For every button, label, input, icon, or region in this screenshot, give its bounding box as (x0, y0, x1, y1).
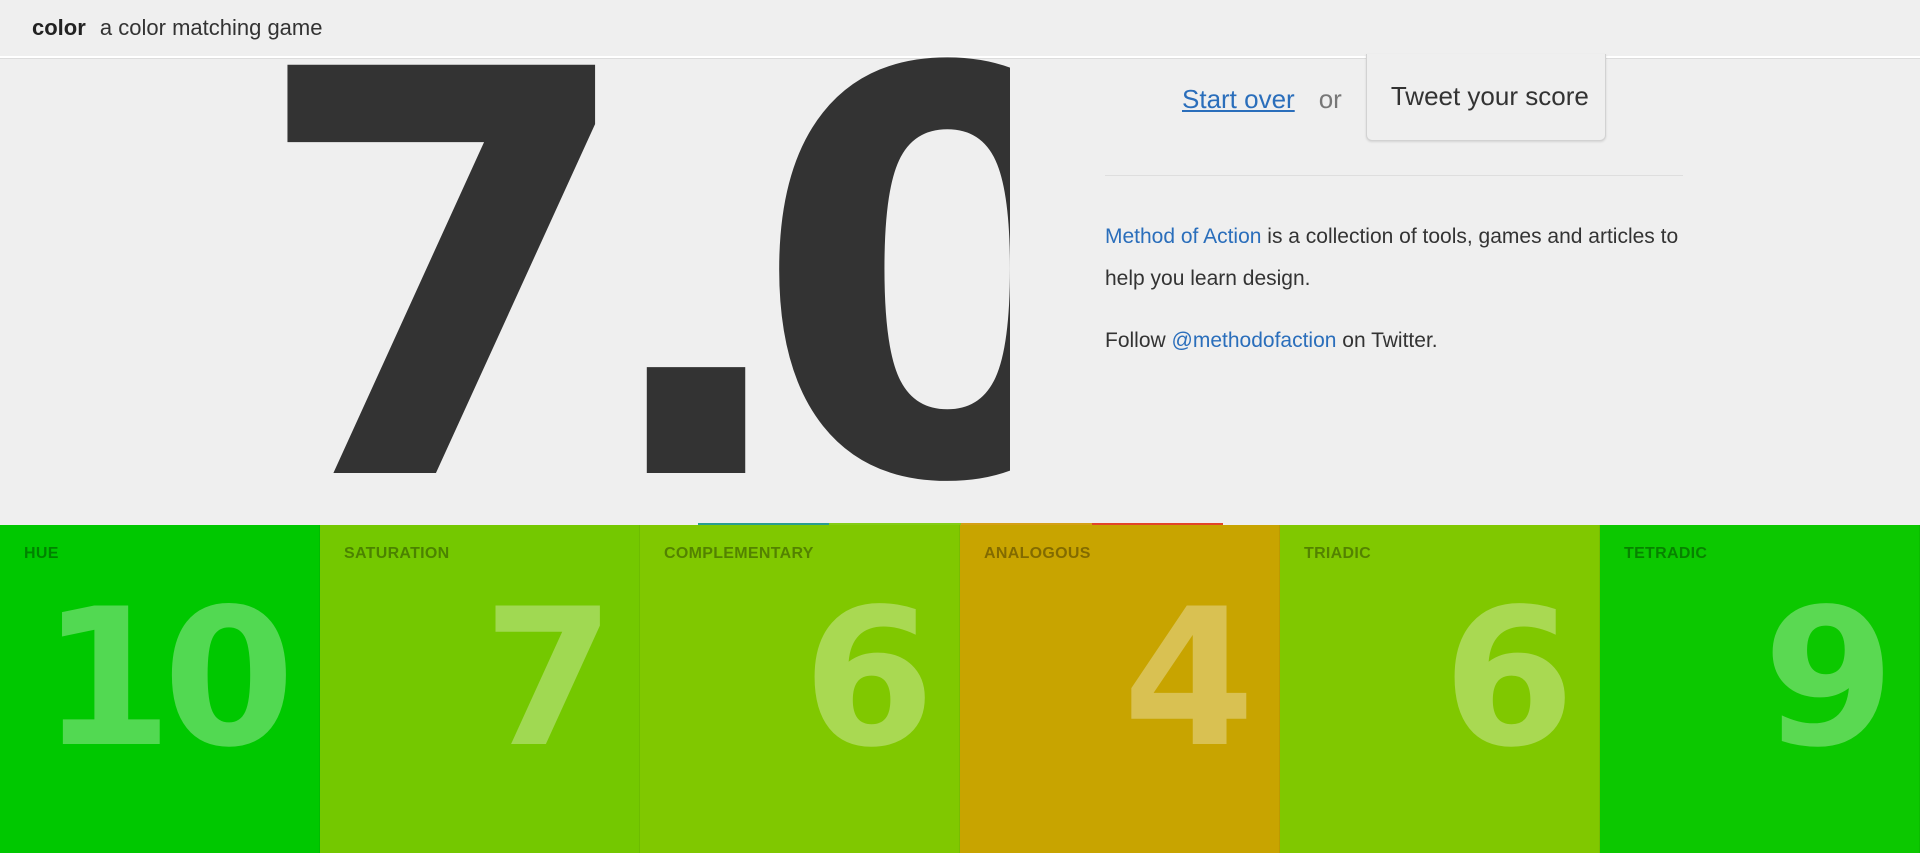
about-text: Method of Action is a collection of tool… (1105, 216, 1695, 300)
tweet-score-button[interactable]: Tweet your score (1365, 53, 1606, 141)
category-score: 6 (802, 568, 935, 789)
category-tile-hue: HUE 10 (0, 525, 320, 853)
start-over-link[interactable]: Start over (1182, 84, 1295, 115)
category-label: SATURATION (344, 545, 450, 562)
method-of-action-link[interactable]: Method of Action (1105, 225, 1261, 248)
final-score: 7.0 (250, 50, 1010, 525)
logo[interactable]: color (32, 15, 86, 40)
result-actions: Start over or Tweet your score (1182, 53, 1606, 142)
category-label: HUE (24, 545, 59, 562)
tagline: a color matching game (99, 15, 323, 40)
follow-text: Follow @methodofaction on Twitter. (1105, 320, 1695, 362)
category-score: 9 (1762, 568, 1895, 789)
category-label: TRIADIC (1304, 545, 1371, 562)
divider (1105, 175, 1683, 176)
follow-prefix: Follow (1105, 329, 1172, 352)
category-tile-tetradic: TETRADIC 9 (1600, 525, 1920, 853)
about-section: Method of Action is a collection of tool… (1105, 216, 1695, 362)
category-score: 4 (1122, 568, 1255, 789)
or-separator: or (1318, 83, 1342, 114)
follow-suffix: on Twitter. (1336, 329, 1438, 352)
final-score-value: 7.0 (250, 50, 1010, 525)
category-label: ANALOGOUS (984, 545, 1091, 562)
category-label: COMPLEMENTARY (664, 545, 814, 562)
category-score: 6 (1442, 568, 1575, 789)
category-scores: HUE 10 SATURATION 7 COMPLEMENTARY 6 ANAL… (0, 525, 1920, 853)
category-tile-complementary: COMPLEMENTARY 6 (640, 525, 960, 853)
category-score: 7 (482, 568, 615, 789)
category-tile-analogous: ANALOGOUS 4 (960, 525, 1280, 853)
category-tile-saturation: SATURATION 7 (320, 525, 640, 853)
category-label: TETRADIC (1624, 545, 1708, 562)
category-score: 10 (40, 568, 295, 789)
twitter-handle-link[interactable]: @methodofaction (1172, 329, 1337, 352)
brand: color a color matching game (32, 14, 322, 42)
category-tile-triadic: TRIADIC 6 (1280, 525, 1600, 853)
